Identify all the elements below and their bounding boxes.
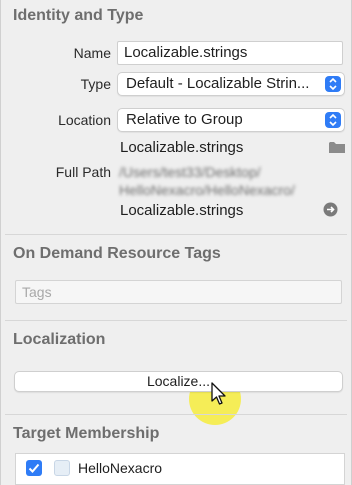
arrow-right-circle-icon[interactable] bbox=[323, 202, 338, 222]
fullpath-line-2: HelloNexacro/HelloNexacro/ bbox=[119, 182, 295, 198]
updown-arrows-icon bbox=[325, 76, 341, 92]
tags-input[interactable]: Tags bbox=[15, 280, 342, 304]
section-title-target: Target Membership bbox=[13, 425, 160, 442]
location-file: Localizable.strings bbox=[120, 139, 244, 156]
updown-arrows-icon bbox=[325, 112, 341, 128]
fullpath-line-1: /Users/test33/Desktop/ bbox=[119, 164, 261, 180]
mouse-pointer-icon bbox=[211, 382, 227, 411]
localize-button[interactable]: Localize... bbox=[14, 371, 343, 392]
fullpath-label: Full Path bbox=[55, 164, 111, 180]
location-label: Location bbox=[58, 112, 111, 128]
name-label: Name bbox=[73, 45, 111, 61]
type-label: Type bbox=[80, 76, 111, 92]
app-target-icon bbox=[54, 460, 70, 476]
section-title-localization: Localization bbox=[13, 331, 106, 348]
section-title-identity: Identity and Type bbox=[13, 7, 144, 24]
file-inspector-panel: Identity and Type Name Localizable.strin… bbox=[0, 0, 352, 485]
separator bbox=[5, 234, 347, 235]
target-list: HelloNexacro bbox=[15, 453, 345, 485]
type-popup-value: Default - Localizable Strin... bbox=[126, 75, 310, 92]
location-popup[interactable]: Relative to Group bbox=[117, 108, 345, 132]
section-title-tags: On Demand Resource Tags bbox=[13, 245, 221, 262]
folder-icon[interactable] bbox=[328, 140, 346, 159]
fullpath-file: Localizable.strings bbox=[120, 202, 244, 219]
separator bbox=[5, 414, 347, 415]
target-checkbox[interactable] bbox=[26, 460, 42, 476]
separator bbox=[5, 320, 347, 321]
name-field[interactable]: Localizable.strings bbox=[117, 41, 343, 65]
target-label: HelloNexacro bbox=[78, 460, 163, 476]
location-popup-value: Relative to Group bbox=[126, 111, 243, 128]
type-popup[interactable]: Default - Localizable Strin... bbox=[117, 72, 345, 96]
